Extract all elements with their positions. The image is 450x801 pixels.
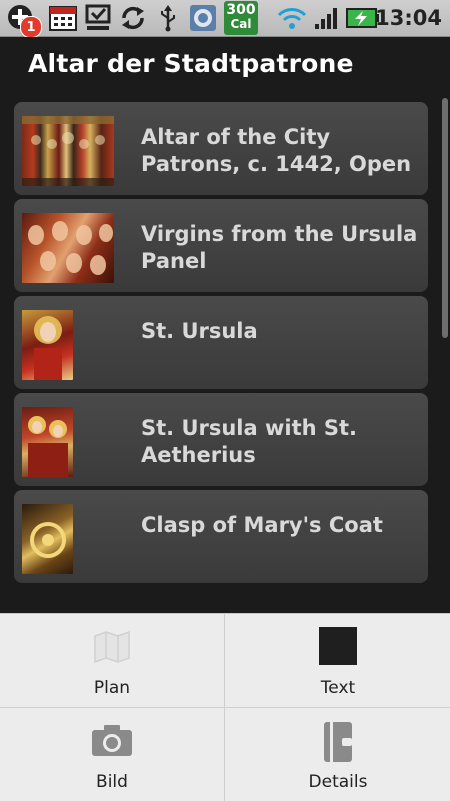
options-menu: Plan Text Bild Details (0, 613, 450, 801)
artwork-list: Altar of the City Patrons, c. 1442, Open… (14, 102, 428, 587)
page-title: Altar der Stadtpatrone (28, 49, 354, 78)
status-time: 13:04 (375, 6, 442, 30)
menu-item-label: Details (308, 772, 368, 792)
calendar-icon (48, 4, 78, 32)
clasp-thumbnail (22, 504, 73, 574)
calorie-widget: 300 Cal (224, 1, 258, 35)
menu-item-details[interactable]: Details (226, 708, 450, 800)
menu-item-plan[interactable]: Plan (0, 614, 224, 706)
list-item[interactable]: Clasp of Mary's Coat (14, 490, 428, 583)
usb-icon (156, 4, 180, 32)
menu-item-label: Text (320, 678, 356, 698)
menu-item-bild[interactable]: Bild (0, 708, 224, 800)
virgins-thumbnail (22, 213, 114, 283)
ursula-thumbnail (22, 310, 73, 380)
settings-icon (188, 4, 218, 32)
list-item-label: St. Ursula (141, 319, 258, 343)
status-bar: 1 300 Cal 13:04 (0, 0, 450, 38)
sync-icon (118, 4, 148, 32)
text-icon (318, 626, 358, 670)
wifi-icon (276, 4, 308, 32)
list-item-label: Altar of the City Patrons, c. 1442, Open (141, 125, 412, 176)
ursula-aetherius-thumbnail (22, 407, 73, 477)
altar-thumbnail (22, 116, 114, 186)
list-item-label: Virgins from the Ursula Panel (141, 222, 418, 273)
title-bar: Altar der Stadtpatrone (0, 37, 450, 97)
list-item[interactable]: St. Ursula (14, 296, 428, 389)
list-item[interactable]: Altar of the City Patrons, c. 1442, Open (14, 102, 428, 195)
map-icon (92, 626, 132, 670)
camera-icon (90, 720, 134, 764)
list-item-label: St. Ursula with St. Aetherius (141, 416, 358, 467)
list-item-label: Clasp of Mary's Coat (141, 513, 383, 537)
menu-item-label: Bild (96, 772, 128, 792)
list-item[interactable]: Virgins from the Ursula Panel (14, 199, 428, 292)
menu-item-label: Plan (93, 678, 131, 698)
calorie-value: 300 (226, 2, 256, 18)
download-icon (84, 4, 112, 32)
signal-icon (312, 4, 342, 32)
details-icon (318, 720, 358, 768)
notification-badge: 1 (20, 16, 42, 38)
menu-item-text[interactable]: Text (226, 614, 450, 706)
list-item[interactable]: St. Ursula with St. Aetherius (14, 393, 428, 486)
scrollbar[interactable] (442, 98, 448, 338)
calorie-unit: Cal (230, 17, 252, 31)
